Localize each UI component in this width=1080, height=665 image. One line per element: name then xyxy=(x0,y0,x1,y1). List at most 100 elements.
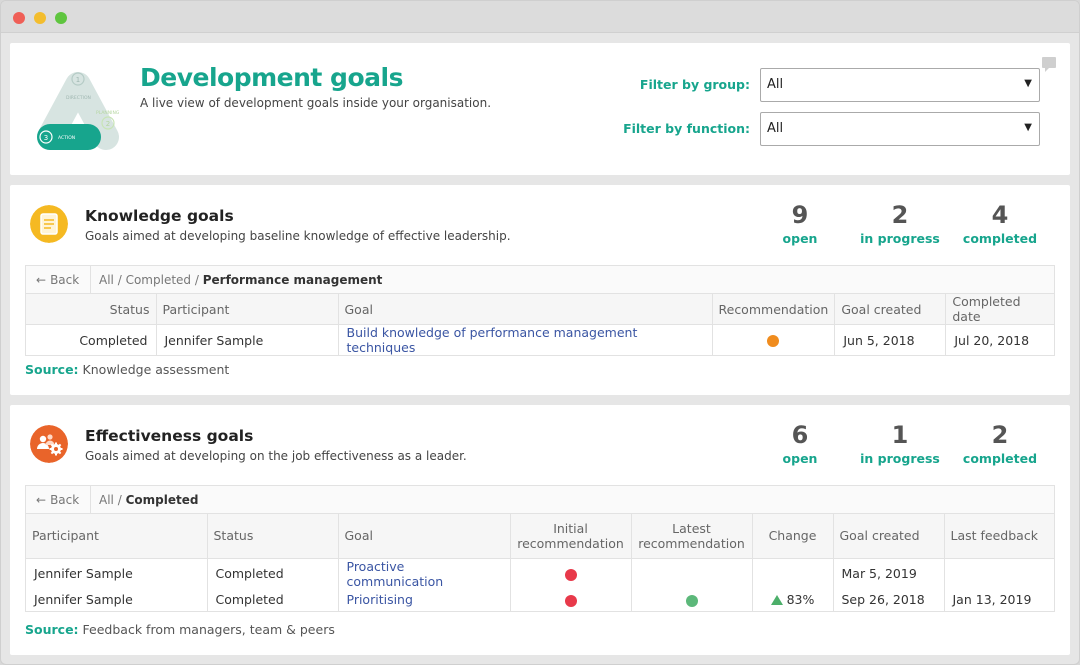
breadcrumb-current: Performance management xyxy=(202,273,383,287)
initial-recommendation-dot xyxy=(564,568,577,581)
initial-recommendation-dot xyxy=(564,594,577,607)
filter-group-select[interactable]: All ▼ xyxy=(760,68,1040,102)
book-icon xyxy=(30,205,68,243)
maximize-window-button[interactable] xyxy=(55,12,67,24)
divider xyxy=(90,266,91,293)
filter-group-label: Filter by group: xyxy=(639,77,750,92)
logo-step-3-label: ACTION xyxy=(58,135,75,141)
cell-participant: Jennifer Sample xyxy=(26,588,208,611)
col-last-feedback[interactable]: Last feedback xyxy=(944,514,1054,559)
stat-completed[interactable]: 4 completed xyxy=(945,201,1055,246)
logo-step-2-num: 2 xyxy=(106,120,110,128)
effectiveness-title: Effectiveness goals xyxy=(85,427,254,445)
logo-step-3-num: 3 xyxy=(44,134,48,142)
cell-completed-date: Jul 20, 2018 xyxy=(954,332,1030,348)
cell-participant: Jennifer Sample xyxy=(26,558,208,589)
title-bar xyxy=(1,1,1079,33)
col-participant[interactable]: Participant xyxy=(156,294,339,325)
cell-initial-recommendation xyxy=(510,558,632,589)
stat-in-progress[interactable]: 1 in progress xyxy=(845,421,955,466)
col-goal[interactable]: Goal xyxy=(338,514,511,559)
col-completed-date[interactable]: Completed date xyxy=(945,294,1054,325)
col-goal-created[interactable]: Goal created xyxy=(834,294,947,325)
cell-goal-created: Sep 26, 2018 xyxy=(833,588,945,611)
source-value: Knowledge assessment xyxy=(82,362,230,377)
back-label: Back xyxy=(50,493,80,507)
filter-function-select[interactable]: All ▼ xyxy=(760,112,1040,146)
table-row[interactable]: Jennifer Sample Completed Prioritising 8… xyxy=(26,588,1054,611)
development-cycle-logo: 1 DIRECTION 2 PLANNING 3 ACTION xyxy=(37,72,120,150)
col-status[interactable]: Status xyxy=(207,514,339,559)
filter-function-value: All xyxy=(767,121,784,136)
cell-participant: Jennifer Sample xyxy=(156,324,339,355)
cell-last-feedback: Jan 13, 2019 xyxy=(952,592,1032,607)
knowledge-goals-table: Status Participant Goal Recommendation G… xyxy=(26,294,1054,355)
effectiveness-goals-table: Participant Status Goal Initial recommen… xyxy=(26,514,1054,611)
page-title: Development goals xyxy=(140,63,403,92)
stat-in-progress-value: 1 xyxy=(891,421,909,449)
knowledge-table: ← Back All / Completed / Performance mana… xyxy=(25,265,1055,356)
recommendation-status-dot xyxy=(767,335,780,347)
breadcrumb: All / Completed xyxy=(99,493,199,507)
stat-completed-label: completed xyxy=(962,451,1038,466)
breadcrumb-current: Completed xyxy=(125,493,199,507)
knowledge-source: Source: Knowledge assessment xyxy=(25,362,229,377)
chat-icon[interactable] xyxy=(1042,57,1056,72)
goal-link[interactable]: Proactive communication xyxy=(338,558,511,589)
col-initial-recommendation[interactable]: Initial recommendation xyxy=(510,514,632,559)
dropdown-caret-icon: ▼ xyxy=(1024,122,1032,133)
dropdown-caret-icon: ▼ xyxy=(1024,78,1032,89)
logo-step-1-label: DIRECTION xyxy=(66,95,91,101)
breadcrumb: All / Completed / Performance management xyxy=(99,273,383,287)
stat-completed[interactable]: 2 completed xyxy=(945,421,1055,466)
cell-status: Completed xyxy=(26,324,157,355)
cell-status: Completed xyxy=(207,588,339,611)
divider xyxy=(90,486,91,513)
team-gear-icon xyxy=(30,425,68,463)
source-value: Feedback from managers, team & peers xyxy=(82,622,335,637)
stat-open-label: open xyxy=(782,451,818,466)
back-button[interactable]: ← Back xyxy=(36,273,79,287)
stat-in-progress-label: in progress xyxy=(860,451,940,466)
back-label: Back xyxy=(50,273,80,287)
source-label: Source: xyxy=(25,622,79,637)
effectiveness-source: Source: Feedback from managers, team & pe… xyxy=(25,622,335,637)
col-participant[interactable]: Participant xyxy=(26,514,208,559)
goal-link[interactable]: Build knowledge of performance managemen… xyxy=(338,324,713,355)
browser-window: 1 DIRECTION 2 PLANNING 3 ACTION Developm… xyxy=(0,0,1080,665)
cell-recommendation xyxy=(712,324,836,355)
cell-status: Completed xyxy=(207,558,339,589)
stat-completed-value: 2 xyxy=(991,421,1009,449)
breadcrumb-all[interactable]: All xyxy=(99,273,114,287)
col-status[interactable]: Status xyxy=(26,294,157,325)
triangle-up-icon xyxy=(770,594,783,605)
stat-in-progress-value: 2 xyxy=(891,201,909,229)
breadcrumb-completed[interactable]: Completed xyxy=(126,273,191,287)
col-goal-created[interactable]: Goal created xyxy=(833,514,945,559)
col-latest-recommendation[interactable]: Latest recommendation xyxy=(631,514,753,559)
header-card: 1 DIRECTION 2 PLANNING 3 ACTION Developm… xyxy=(10,43,1070,175)
stat-open[interactable]: 9 open xyxy=(745,201,855,246)
cell-goal-created: Jun 5, 2018 xyxy=(834,324,947,355)
col-recommendation[interactable]: Recommendation xyxy=(712,294,836,325)
cell-goal-created: Mar 5, 2019 xyxy=(833,558,945,589)
col-change[interactable]: Change xyxy=(752,514,834,559)
stat-in-progress-label: in progress xyxy=(860,231,940,246)
table-row[interactable]: Completed Jennifer Sample Build knowledg… xyxy=(26,324,1054,355)
breadcrumb-bar: ← Back All / Completed xyxy=(26,486,1054,514)
breadcrumb-all[interactable]: All xyxy=(99,493,114,507)
logo-step-2-label: PLANNING xyxy=(96,110,120,116)
stat-open[interactable]: 6 open xyxy=(745,421,855,466)
table-header-row: Participant Status Goal Initial recommen… xyxy=(26,514,1054,559)
back-button[interactable]: ← Back xyxy=(36,493,79,507)
cell-latest-recommendation xyxy=(631,558,753,589)
stat-in-progress[interactable]: 2 in progress xyxy=(845,201,955,246)
change-value: 83% xyxy=(786,592,815,607)
close-window-button[interactable] xyxy=(13,12,25,24)
col-goal[interactable]: Goal xyxy=(338,294,713,325)
latest-recommendation-dot xyxy=(685,594,698,607)
goal-link[interactable]: Prioritising xyxy=(338,588,511,611)
minimize-window-button[interactable] xyxy=(34,12,46,24)
table-row[interactable]: Jennifer Sample Completed Proactive comm… xyxy=(26,558,1054,589)
effectiveness-subtitle: Goals aimed at developing on the job eff… xyxy=(85,449,467,463)
